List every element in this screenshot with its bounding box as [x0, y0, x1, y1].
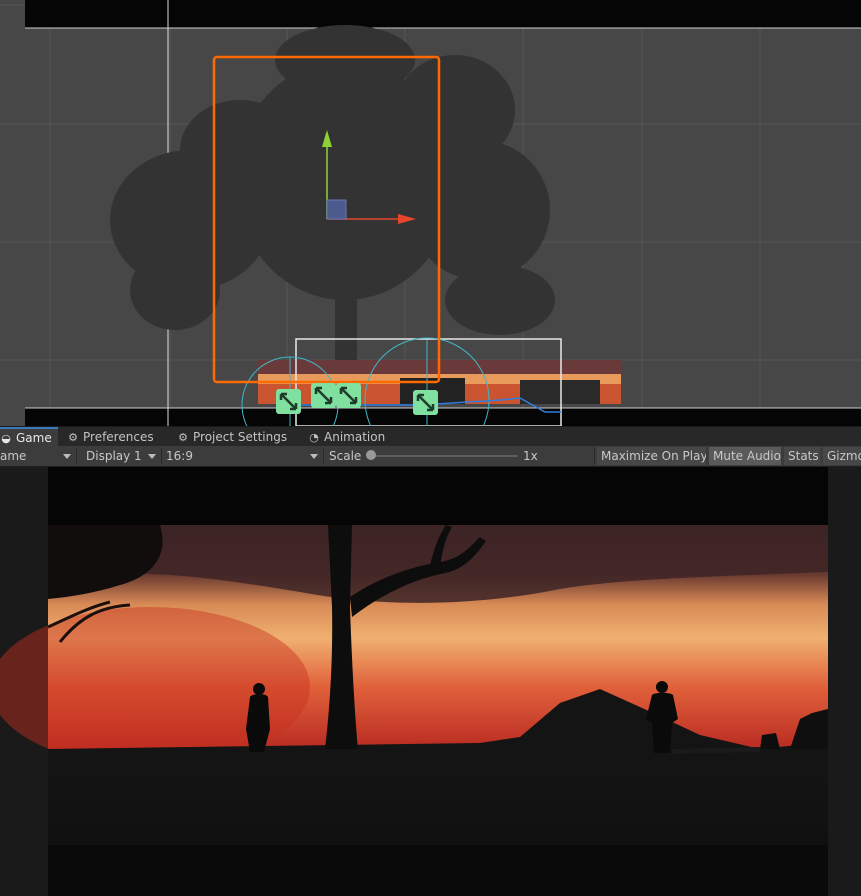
aspect-dropdown-label: 16:9 — [166, 449, 193, 463]
tab-game[interactable]: ◒ Game — [0, 427, 58, 447]
tab-project-settings[interactable]: ⚙ Project Settings — [177, 427, 287, 447]
maximize-on-play-button[interactable]: Maximize On Play — [597, 447, 706, 465]
resize-handle-3[interactable] — [336, 383, 361, 408]
stats-button[interactable]: Stats — [784, 447, 820, 465]
tab-animation[interactable]: ◔ Animation — [308, 427, 385, 447]
scale-slider-handle[interactable] — [366, 450, 376, 460]
clock-icon: ◔ — [309, 431, 319, 444]
view-dropdown[interactable]: ame — [0, 446, 74, 466]
display-dropdown-label: Display 1 — [86, 449, 142, 463]
game-render — [0, 467, 828, 896]
scene-view[interactable] — [0, 0, 861, 426]
view-dropdown-label: ame — [0, 449, 27, 463]
tab-animation-label: Animation — [324, 430, 386, 444]
plane-handle[interactable] — [326, 199, 347, 220]
tree-sprite[interactable] — [110, 25, 555, 360]
scene-canvas[interactable] — [0, 0, 861, 426]
mute-audio-button[interactable]: Mute Audio — [709, 447, 781, 465]
gear-icon: ⚙ — [178, 431, 188, 444]
resize-handle-2[interactable] — [311, 383, 336, 408]
resize-handle-1[interactable] — [276, 389, 301, 414]
gear-icon: ⚙ — [68, 431, 78, 444]
editor-tab-bar: ◒ Game ⚙ Preferences ⚙ Project Settings ◔ An… — [0, 426, 861, 447]
camera-frame-bottom — [25, 408, 861, 426]
resize-handle-4[interactable] — [413, 390, 438, 415]
tab-project-settings-label: Project Settings — [193, 430, 288, 444]
tab-preferences-label: Preferences — [83, 430, 154, 444]
tab-preferences[interactable]: ⚙ Preferences — [67, 427, 154, 447]
camera-frame-top — [25, 0, 861, 28]
gizmos-button[interactable]: Gizmo — [823, 447, 861, 465]
game-view[interactable] — [0, 467, 861, 896]
tab-game-label: Game — [16, 431, 52, 445]
scale-label: Scale — [329, 449, 362, 463]
display-dropdown[interactable]: Display 1 — [86, 446, 159, 466]
scale-value: 1x — [523, 449, 538, 463]
scale-slider-track[interactable] — [368, 455, 518, 457]
aspect-dropdown[interactable]: 16:9 — [166, 446, 321, 466]
